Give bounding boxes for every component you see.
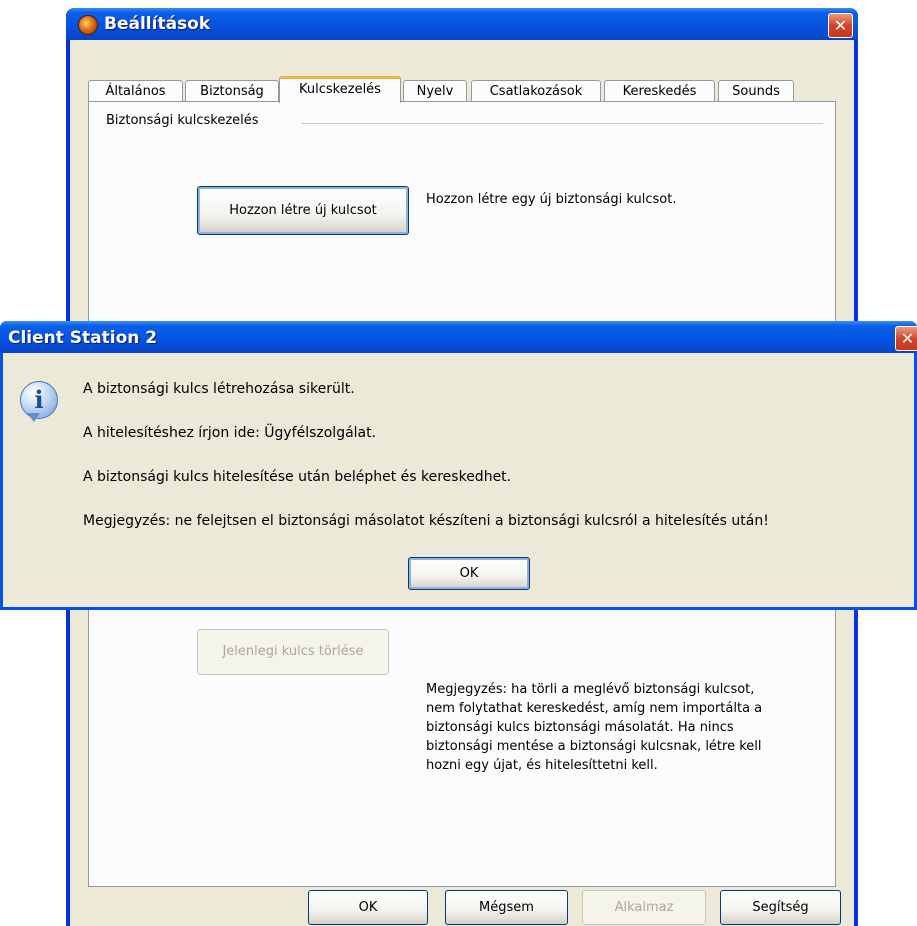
message-line-1: A biztonsági kulcs létrehozása sikerült. <box>83 381 355 397</box>
message-line-2: A hitelesítéshez írjon ide: Ügyfélszolgá… <box>83 425 377 441</box>
message-close-button[interactable]: ✕ <box>895 326 917 351</box>
settings-title: Beállítások <box>104 14 211 34</box>
delete-key-note: Megjegyzés: ha törli a meglévő biztonság… <box>426 682 763 773</box>
tab-altalanos[interactable]: Általános <box>88 80 183 102</box>
cancel-button[interactable]: Mégsem <box>445 890 568 925</box>
message-line-3: A biztonsági kulcs hitelesítése után bel… <box>83 469 512 485</box>
info-icon-tail <box>27 413 40 422</box>
ok-button[interactable]: OK <box>308 890 428 925</box>
tab-nyelv[interactable]: Nyelv <box>403 80 467 102</box>
apply-button[interactable]: Alkalmaz <box>582 890 706 925</box>
help-button[interactable]: Segítség <box>720 890 841 925</box>
message-titlebar[interactable]: Client Station 2 ✕ <box>0 321 917 353</box>
tab-kulcskezeles[interactable]: Kulcskezelés <box>279 76 401 103</box>
message-line-4: Megjegyzés: ne felejtsen el biztonsági m… <box>83 513 769 529</box>
group-title: Biztonsági kulcskezelés <box>106 113 259 128</box>
tab-sounds[interactable]: Sounds <box>718 80 794 102</box>
tab-csatlakozasok[interactable]: Csatlakozások <box>471 80 601 102</box>
delete-key-button[interactable]: Jelenlegi kulcs törlése <box>197 629 389 675</box>
group-divider <box>301 123 823 124</box>
tab-biztonsag[interactable]: Biztonság <box>185 80 279 102</box>
tab-kereskedes[interactable]: Kereskedés <box>604 80 715 102</box>
settings-close-button[interactable]: ✕ <box>828 13 853 38</box>
message-body: i A biztonsági kulcs létrehozása sikerül… <box>3 353 914 607</box>
app-icon <box>78 15 98 35</box>
create-key-button[interactable]: Hozzon létre új kulcsot <box>197 186 409 235</box>
message-ok-button[interactable]: OK <box>408 557 530 590</box>
settings-titlebar[interactable]: Beállítások ✕ <box>66 8 858 40</box>
message-dialog: Client Station 2 ✕ i A biztonsági kulcs … <box>0 321 917 610</box>
message-title: Client Station 2 <box>8 328 158 348</box>
create-key-description: Hozzon létre egy új biztonsági kulcsot. <box>426 192 677 207</box>
